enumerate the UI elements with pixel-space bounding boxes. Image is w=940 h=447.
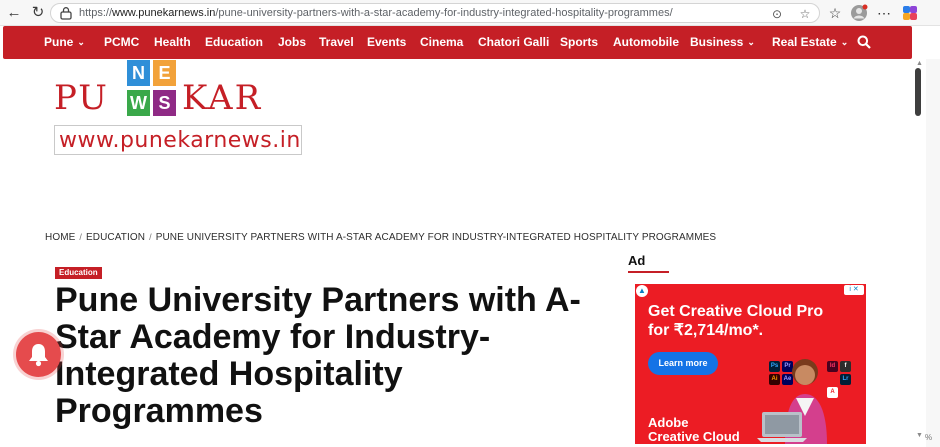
logo-tile-n: N <box>127 60 150 86</box>
reload-icon[interactable]: ↻ <box>28 3 48 23</box>
address-bar[interactable]: https://www.punekarnews.in/pune-universi… <box>50 3 820 23</box>
ad-brand-text: Adobe Creative Cloud <box>648 415 740 444</box>
nav-item-label: Events <box>367 35 407 49</box>
nav-item-label: Jobs <box>278 35 307 49</box>
nav-item-pcmc[interactable]: PCMC <box>104 26 139 59</box>
zoom-indicator: % <box>925 433 933 442</box>
nav-item-sports[interactable]: Sports <box>560 26 598 59</box>
nav-item-label: Chatori Galli <box>478 35 550 49</box>
breadcrumb-education[interactable]: EDUCATION <box>86 232 145 243</box>
adobe-advertisement[interactable]: ▲ i ✕ Get Creative Cloud Pro for ₹2,714/… <box>635 284 866 444</box>
nav-item-label: Sports <box>560 35 599 49</box>
nav-item-jobs[interactable]: Jobs <box>278 26 306 59</box>
nav-item-label: Health <box>154 35 191 49</box>
site-info-icon[interactable] <box>59 6 73 20</box>
logo-text-left: PU <box>54 78 109 118</box>
ad-person-illustration <box>757 359 827 444</box>
nav-item-education[interactable]: Education <box>205 26 263 59</box>
nav-item-travel[interactable]: Travel <box>319 26 354 59</box>
chevron-down-icon: ⌄ <box>747 37 755 47</box>
scroll-up-arrow-icon[interactable]: ▲ <box>913 60 926 68</box>
logo-url: www.punekarnews.in <box>59 128 301 153</box>
nav-item-pune[interactable]: Pune ⌄ <box>44 26 85 59</box>
favorite-star-icon[interactable]: ☆ <box>797 6 813 22</box>
settings-menu-icon[interactable]: ⋯ <box>875 4 893 22</box>
copilot-icon[interactable] <box>901 4 919 22</box>
browser-toolbar: ← ↻ https://www.punekarnews.in/pune-univ… <box>0 0 940 26</box>
breadcrumb-home[interactable]: HOME <box>45 232 75 243</box>
nav-item-automobile[interactable]: Automobile <box>613 26 679 59</box>
nav-item-label: Real Estate <box>772 35 837 49</box>
scrollbar[interactable] <box>913 59 926 447</box>
favorites-icon[interactable]: ☆ <box>826 4 844 22</box>
window-edge <box>926 59 940 447</box>
sidebar-ad-heading: Ad <box>628 253 646 268</box>
breadcrumb-separator: / <box>79 232 83 242</box>
scrollbar-thumb[interactable] <box>915 68 921 116</box>
nav-item-label: Travel <box>319 35 354 49</box>
ad-info-close-button[interactable]: i ✕ <box>844 285 864 295</box>
breadcrumb: HOME / EDUCATION / PUNE UNIVERSITY PARTNERS … <box>45 232 716 243</box>
nav-item-label: Business <box>690 35 744 49</box>
nav-item-label: Education <box>205 35 264 49</box>
profile-avatar-icon[interactable] <box>850 4 868 22</box>
breadcrumb-current: PUNE UNIVERSITY PARTNERS WITH A-STAR ACA… <box>155 232 717 243</box>
bell-icon <box>29 344 48 367</box>
chevron-down-icon: ⌄ <box>840 37 849 47</box>
chevron-down-icon: ⌄ <box>77 37 85 47</box>
category-badge[interactable]: Education <box>55 267 102 279</box>
ad-choices-icon[interactable]: ▲ <box>636 285 648 297</box>
nav-item-label: Cinema <box>420 35 464 49</box>
heading-underline <box>628 271 669 273</box>
nav-item-label: Pune <box>44 35 74 49</box>
nav-item-real-estate[interactable]: Real Estate ⌄ <box>772 26 848 59</box>
nav-item-cinema[interactable]: Cinema <box>420 26 463 59</box>
ad-learn-more-button[interactable]: Learn more <box>648 352 718 375</box>
nav-item-label: Automobile <box>613 35 679 49</box>
nav-item-label: PCMC <box>104 35 140 49</box>
article-title: Pune University Partners with A-Star Aca… <box>55 281 581 430</box>
url-text: https://www.punekarnews.in/pune-universi… <box>79 7 673 19</box>
back-icon[interactable]: ← <box>4 3 24 23</box>
notification-bell-button[interactable] <box>16 332 61 377</box>
logo-tile-w: W <box>127 90 150 116</box>
logo-tile-e: E <box>153 60 176 86</box>
logo-url-frame: www.punekarnews.in <box>54 125 302 155</box>
nav-item-business[interactable]: Business ⌄ <box>690 26 755 59</box>
logo-tile-s: S <box>153 90 176 116</box>
search-icon[interactable] <box>857 35 871 49</box>
nav-item-health[interactable]: Health <box>154 26 191 59</box>
ad-headline: Get Creative Cloud Pro for ₹2,714/mo*. <box>648 303 824 339</box>
more-options-icon[interactable]: ⊙ <box>769 6 785 22</box>
logo-text-right: KAR <box>182 78 263 118</box>
main-navigation: Pune ⌄ PCMC Health Education Jobs Travel Events… <box>3 26 912 59</box>
site-logo[interactable]: PU N E W S KAR www.punekarnews.in <box>52 60 304 156</box>
nav-item-events[interactable]: Events <box>367 26 406 59</box>
nav-item-chatori-galli[interactable]: Chatori Galli <box>478 26 549 59</box>
breadcrumb-separator: / <box>149 232 152 242</box>
